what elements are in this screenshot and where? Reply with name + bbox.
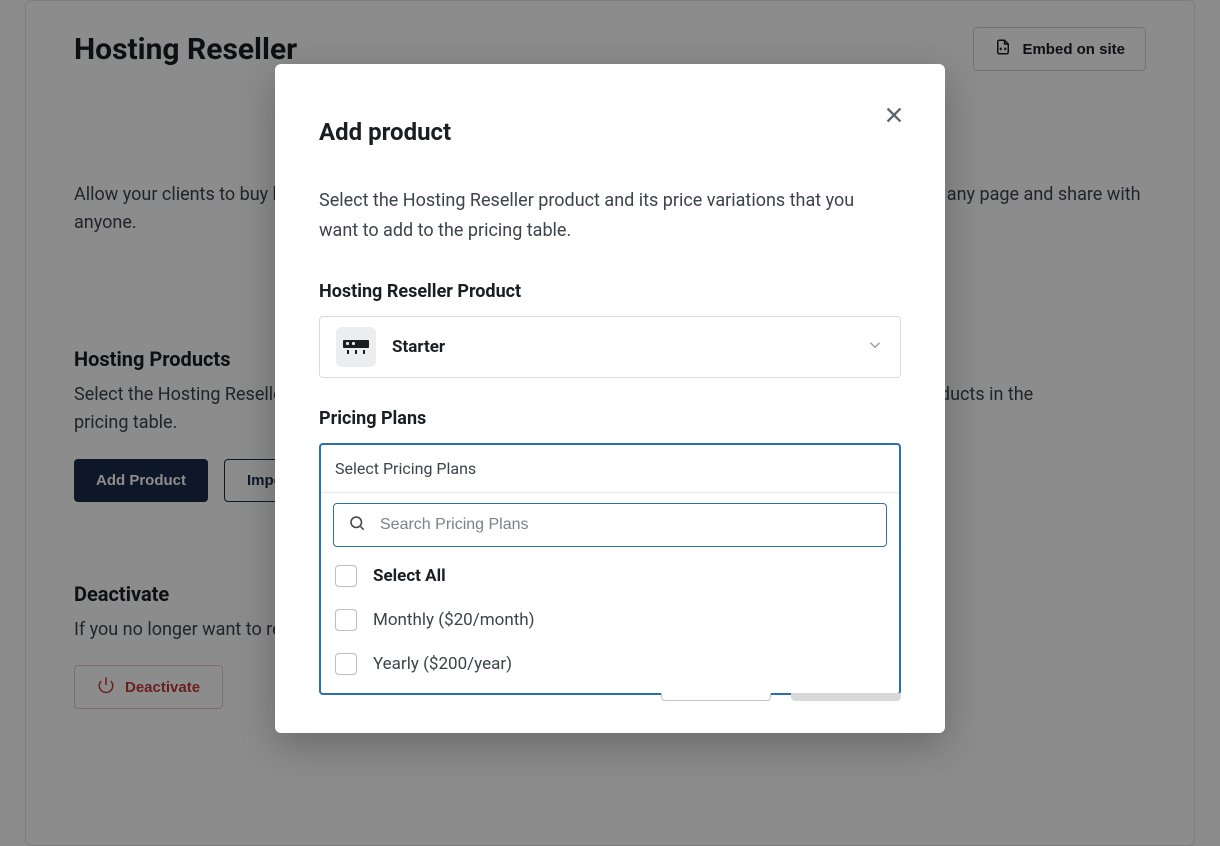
close-icon (883, 111, 905, 130)
pricing-option-label: Monthly ($20/month) (373, 610, 535, 630)
checkbox-icon[interactable] (335, 609, 357, 631)
modal-desc: Select the Hosting Reseller product and … (319, 186, 879, 245)
page-root: Hosting Reseller Embed on site Allow you… (0, 0, 1220, 846)
pricing-option-monthly[interactable]: Monthly ($20/month) (335, 609, 887, 631)
checkbox-icon[interactable] (335, 653, 357, 675)
hosting-plan-icon (336, 327, 376, 367)
pricing-plans-options: Select All Monthly ($20/month) Yearly ($… (333, 565, 887, 675)
pricing-plans-dropdown-body: Select All Monthly ($20/month) Yearly ($… (321, 493, 899, 693)
select-all-label: Select All (373, 566, 446, 586)
select-all-option[interactable]: Select All (335, 565, 887, 587)
product-field-label: Hosting Reseller Product (319, 281, 901, 302)
modal-title: Add product (319, 118, 901, 146)
pricing-plans-search[interactable] (333, 503, 887, 547)
add-product-modal: Add product Select the Hosting Reseller … (275, 64, 945, 733)
chevron-down-icon (866, 336, 884, 358)
modal-overlay[interactable]: Add product Select the Hosting Reseller … (0, 0, 1220, 846)
pricing-plans-search-input[interactable] (378, 515, 872, 535)
pricing-plans-label: Pricing Plans (319, 408, 901, 429)
search-icon (348, 514, 366, 536)
modal-close-button[interactable] (883, 104, 905, 130)
pricing-plans-field: Pricing Plans Select Pricing Plans (319, 408, 901, 695)
selected-product-name: Starter (392, 337, 850, 357)
product-select[interactable]: Starter (319, 316, 901, 378)
pricing-option-yearly[interactable]: Yearly ($200/year) (335, 653, 887, 675)
server-icon (343, 340, 369, 354)
checkbox-icon[interactable] (335, 565, 357, 587)
pricing-plans-dropdown: Select Pricing Plans Select All (319, 443, 901, 695)
pricing-plans-select-header[interactable]: Select Pricing Plans (321, 445, 899, 493)
pricing-option-label: Yearly ($200/year) (373, 654, 512, 674)
